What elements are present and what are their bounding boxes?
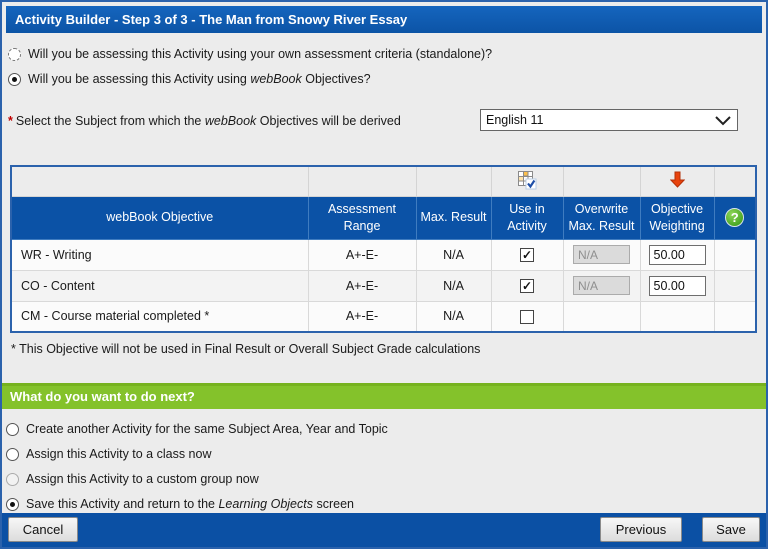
subject-select[interactable]: English 11 [480, 109, 738, 131]
required-asterisk: * [8, 114, 13, 128]
radio-icon[interactable] [8, 48, 21, 61]
label-text: Will you be assessing this Activity usin… [28, 47, 492, 61]
help-icon[interactable]: ? [725, 208, 744, 227]
empty-cell [714, 239, 756, 270]
use-in-activity-checkbox[interactable] [520, 310, 534, 324]
radio-icon [6, 473, 19, 486]
radio-option-webbook-objectives[interactable]: Will you be assessing this Activity usin… [8, 69, 371, 89]
label-italic: webBook [250, 72, 301, 86]
label-text: Assign this Activity to a class now [26, 447, 212, 461]
use-in-activity-cell: ✓ [491, 239, 563, 270]
red-down-arrow-icon [670, 171, 685, 188]
table-row: CO - Content A+-E- N/A ✓ [11, 270, 756, 301]
label-text: Objectives? [302, 72, 371, 86]
empty-cell [563, 301, 640, 332]
footer-bar: Cancel Previous Save [2, 513, 766, 547]
max-result-value: N/A [416, 301, 491, 332]
objective-name: CO - Content [11, 270, 308, 301]
label-text: Save this Activity and return to the [26, 497, 218, 511]
radio-label[interactable]: Assign this Activity to a class now [26, 447, 212, 461]
use-in-activity-cell [491, 301, 563, 332]
radio-icon[interactable] [6, 423, 19, 436]
overwrite-max-result-cell [563, 239, 640, 270]
activity-builder-window: Activity Builder - Step 3 of 3 - The Man… [0, 0, 768, 549]
subject-label: *Select the Subject from which the webBo… [8, 109, 401, 133]
red-down-arrow-icon [640, 166, 714, 196]
objective-name: CM - Course material completed * [11, 301, 308, 332]
table-row: WR - Writing A+-E- N/A ✓ [11, 239, 756, 270]
col-header-max-result: Max. Result [416, 196, 491, 239]
label-italic: Learning Objects [218, 497, 313, 511]
radio-option-create-another[interactable]: Create another Activity for the same Sub… [6, 419, 388, 439]
radio-label[interactable]: Save this Activity and return to the Lea… [26, 497, 354, 511]
label-text: Objectives will be derived [256, 114, 401, 128]
label-text: Create another Activity for the same Sub… [26, 422, 388, 436]
empty-cell [714, 301, 756, 332]
objectives-table: webBook Objective Assessment Range Max. … [10, 165, 757, 333]
radio-icon[interactable] [6, 498, 19, 511]
previous-button[interactable]: Previous [600, 517, 682, 542]
table-row: CM - Course material completed * A+-E- N… [11, 301, 756, 332]
radio-option-own-criteria[interactable]: Will you be assessing this Activity usin… [8, 44, 492, 64]
col-header-objective-weighting: Objective Weighting [640, 196, 714, 239]
empty-cell [640, 301, 714, 332]
table-header-row: webBook Objective Assessment Range Max. … [11, 196, 756, 239]
use-in-activity-cell: ✓ [491, 270, 563, 301]
objective-name: WR - Writing [11, 239, 308, 270]
objective-weighting-input[interactable] [649, 245, 706, 265]
label-text: Assign this Activity to a custom group n… [26, 472, 259, 486]
label-text: screen [313, 497, 354, 511]
assessment-range-value: A+-E- [308, 301, 416, 332]
grid-check-icon[interactable] [491, 166, 563, 196]
overwrite-max-result-input [573, 245, 630, 264]
save-button[interactable]: Save [702, 517, 760, 542]
use-in-activity-checkbox[interactable]: ✓ [520, 279, 534, 293]
empty-cell [563, 166, 640, 196]
grid-check-icon [517, 170, 537, 190]
objective-footnote: * This Objective will not be used in Fin… [11, 342, 480, 356]
empty-cell [11, 166, 308, 196]
objective-weighting-input[interactable] [649, 276, 706, 296]
radio-label[interactable]: Create another Activity for the same Sub… [26, 422, 388, 436]
window-title: Activity Builder - Step 3 of 3 - The Man… [6, 6, 762, 33]
radio-icon[interactable] [6, 448, 19, 461]
subject-select-value: English 11 [486, 113, 543, 127]
radio-option-save-and-return[interactable]: Save this Activity and return to the Lea… [6, 494, 354, 514]
empty-cell [714, 270, 756, 301]
radio-label[interactable]: Will you be assessing this Activity usin… [28, 47, 492, 61]
next-section-heading: What do you want to do next? [2, 383, 766, 409]
assessment-range-value: A+-E- [308, 239, 416, 270]
col-header-help: ? [714, 196, 756, 239]
use-in-activity-checkbox[interactable]: ✓ [520, 248, 534, 262]
empty-cell [308, 166, 416, 196]
radio-option-assign-custom-group[interactable]: Assign this Activity to a custom group n… [6, 469, 259, 489]
label-text: Select the Subject from which the [16, 114, 205, 128]
empty-cell [714, 166, 756, 196]
cancel-button[interactable]: Cancel [8, 517, 78, 542]
radio-icon[interactable] [8, 73, 21, 86]
assessment-range-value: A+-E- [308, 270, 416, 301]
label-italic: webBook [205, 114, 256, 128]
objective-weighting-cell [640, 270, 714, 301]
col-header-overwrite-max-result: Overwrite Max. Result [563, 196, 640, 239]
max-result-value: N/A [416, 270, 491, 301]
label-text: Will you be assessing this Activity usin… [28, 72, 250, 86]
table-icon-row [11, 166, 756, 196]
empty-cell [416, 166, 491, 196]
overwrite-max-result-input [573, 276, 630, 295]
max-result-value: N/A [416, 239, 491, 270]
col-header-assessment-range: Assessment Range [308, 196, 416, 239]
radio-label[interactable]: Will you be assessing this Activity usin… [28, 72, 371, 86]
radio-label[interactable]: Assign this Activity to a custom group n… [26, 472, 259, 486]
col-header-use-in-activity: Use in Activity [491, 196, 563, 239]
col-header-objective: webBook Objective [11, 196, 308, 239]
objective-weighting-cell [640, 239, 714, 270]
chevron-down-icon [715, 116, 731, 126]
overwrite-max-result-cell [563, 270, 640, 301]
radio-option-assign-class[interactable]: Assign this Activity to a class now [6, 444, 212, 464]
